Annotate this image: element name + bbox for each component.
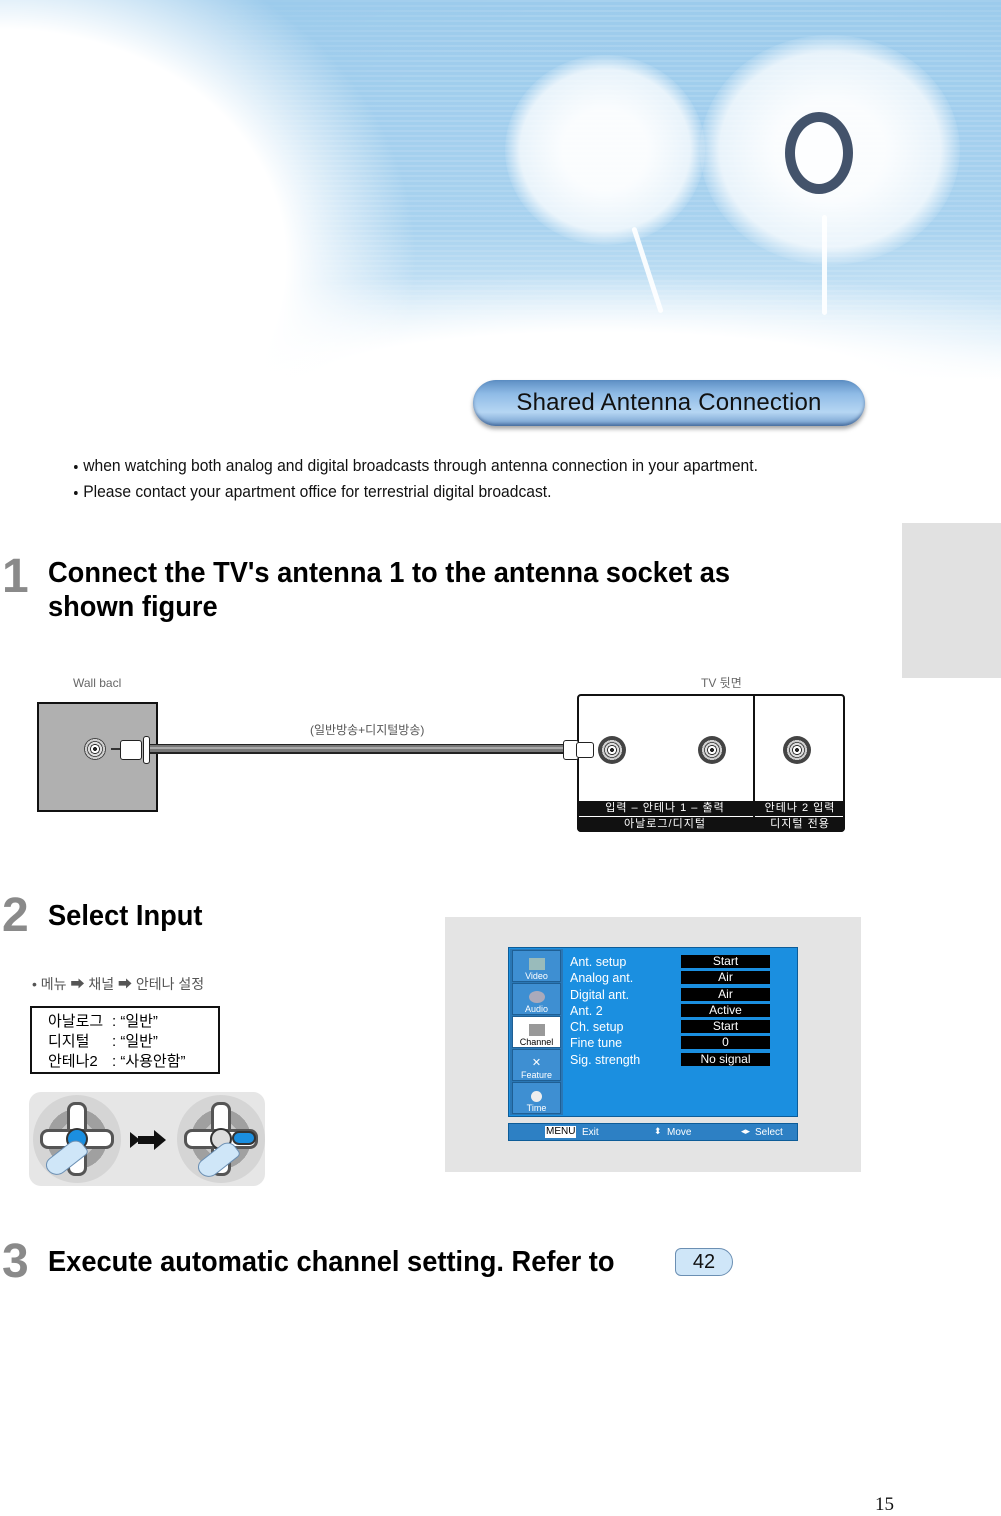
bullet-icon	[74, 464, 78, 469]
step-2-number: 2	[2, 889, 29, 942]
tv-plug-icon	[576, 742, 594, 758]
tools-icon: ✕	[531, 1057, 542, 1069]
dandelion-seed-core	[785, 112, 853, 194]
osd-row-value[interactable]: Air	[681, 971, 770, 984]
dandelion-left	[505, 55, 705, 245]
section-title-badge: Shared Antenna Connection	[473, 380, 865, 426]
side-tab-marker	[902, 523, 1001, 678]
wall-plug-icon	[120, 740, 142, 760]
move-hint: Move	[667, 1127, 692, 1138]
antenna1-label: 입력 – 안테나 1 – 출력	[577, 801, 753, 816]
osd-row-value[interactable]: Air	[681, 988, 770, 1001]
step-2-title: Select Input	[48, 900, 203, 932]
intro-notes: when watching both analog and digital br…	[74, 453, 758, 505]
osd-row-value[interactable]: 0	[681, 1036, 770, 1049]
step-1-number: 1	[2, 550, 29, 603]
page-number: 15	[875, 1494, 894, 1515]
setting-row: 아날로그: “일반”	[48, 1013, 158, 1030]
menu-key-label: MENU	[545, 1126, 577, 1138]
osd-row-label: Ant. 2	[570, 1004, 603, 1018]
film-icon	[528, 958, 545, 970]
clock-icon	[531, 1091, 542, 1102]
osd-row-value[interactable]: Start	[681, 1020, 770, 1033]
page-reference-badge[interactable]: 42	[675, 1248, 733, 1276]
osd-footer: MENU Exit ⬍ Move ◂▸ Select	[508, 1123, 798, 1141]
updown-icon: ⬍	[654, 1126, 662, 1136]
antenna-settings-box: 아날로그: “일반” 디지털: “일반” 안테나2: “사용안함”	[30, 1006, 220, 1074]
intro-bullet: when watching both analog and digital br…	[74, 453, 758, 479]
osd-tab-audio[interactable]: Audio	[512, 983, 561, 1015]
osd-row-label: Sig. strength	[570, 1053, 641, 1067]
leftright-icon: ◂▸	[741, 1126, 751, 1136]
osd-row-value[interactable]: Active	[681, 1004, 770, 1017]
intro-bullet: Please contact your apartment office for…	[74, 479, 758, 505]
osd-row-label: Digital ant.	[570, 988, 630, 1002]
right-button-pressed	[232, 1131, 256, 1145]
menu-path: • 메뉴 ➡ 채널 ➡ 안테나 설정	[32, 976, 205, 992]
wall-label: Wall bacl	[73, 676, 122, 690]
select-hint: Select	[755, 1127, 783, 1138]
exit-hint: Exit	[582, 1127, 599, 1138]
osd-tab-channel[interactable]: Channel	[512, 1016, 561, 1048]
osd-tab-time[interactable]: Time	[512, 1082, 561, 1114]
next-arrow-icon	[130, 1130, 166, 1150]
osd-row-label: Ant. setup	[570, 955, 627, 969]
step-1-title: Connect the TV's antenna 1 to the antenn…	[48, 557, 731, 623]
dandelion-right-stem	[822, 215, 827, 315]
osd-tab-feature[interactable]: ✕ Feature	[512, 1049, 561, 1081]
osd-sidebar: Video Audio Channel ✕ Feature Time	[510, 949, 563, 1115]
tv-back-label: TV 뒷면	[701, 676, 742, 690]
wall-antenna-socket-icon	[84, 738, 106, 760]
antenna2-label: 안테나 2 입력	[755, 801, 845, 816]
antenna2-input-socket-icon	[783, 736, 811, 764]
osd-row-label: Analog ant.	[570, 971, 634, 985]
antenna-icon	[528, 1024, 545, 1036]
osd-row-label: Fine tune	[570, 1036, 623, 1050]
osd-tab-video[interactable]: Video	[512, 950, 561, 982]
osd-row-value[interactable]: Start	[681, 955, 770, 968]
setting-row: 안테나2: “사용안함”	[48, 1053, 186, 1070]
antenna-cable	[150, 744, 575, 754]
section-title: Shared Antenna Connection	[516, 389, 822, 416]
antenna1-input-socket-icon	[598, 736, 626, 764]
antenna1-output-socket-icon	[698, 736, 726, 764]
setting-row: 디지털: “일반”	[48, 1033, 158, 1050]
speaker-icon	[528, 991, 545, 1003]
antenna1-sublabel: 아날로그/디지털	[577, 817, 753, 832]
bullet-icon	[74, 490, 78, 495]
antenna2-sublabel: 디지털 전용	[755, 817, 845, 832]
osd-row-value[interactable]: No signal	[681, 1053, 770, 1066]
step-3-title: Execute automatic channel setting. Refer…	[48, 1246, 615, 1278]
osd-row-label: Ch. setup	[570, 1020, 624, 1034]
wall-plug-collar	[143, 736, 150, 764]
step-3-number: 3	[2, 1235, 29, 1288]
cable-label: (일반방송+디지털방송)	[310, 723, 425, 737]
